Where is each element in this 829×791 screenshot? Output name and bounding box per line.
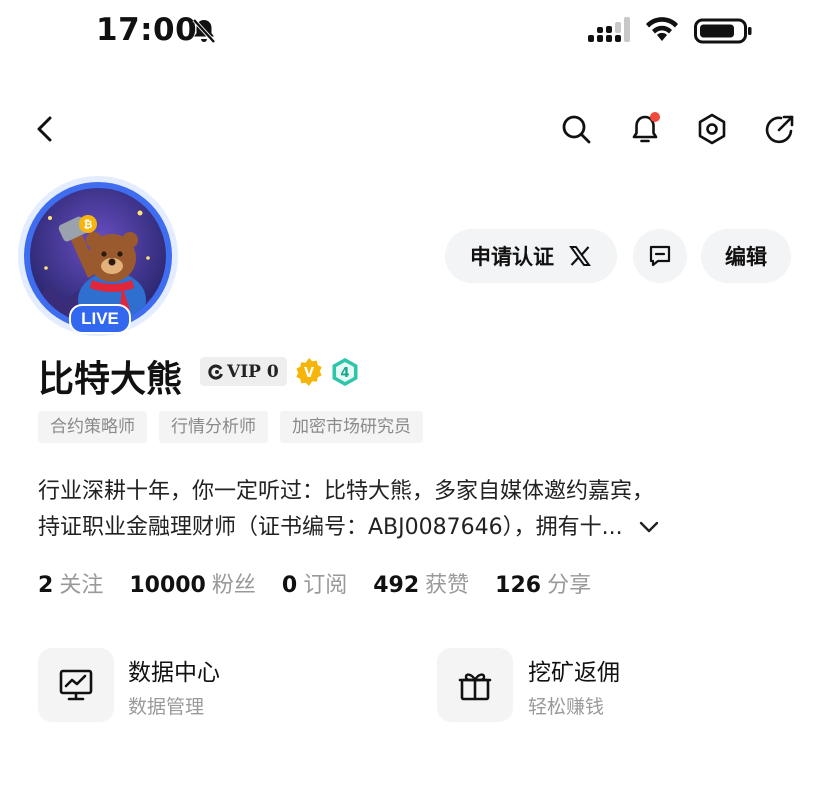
stat-value: 492 — [373, 573, 420, 598]
mining-rebate-card-icon[interactable] — [437, 648, 513, 722]
vip-label: VIP 0 — [227, 361, 279, 382]
bio-line-2: 持证职业金融理财师（证书编号：ABJ0087646），拥有十... — [38, 510, 798, 546]
expand-chevron-down-icon[interactable] — [638, 520, 660, 534]
vip-badge[interactable]: VIP 0 — [200, 357, 287, 386]
stat-label: 粉丝 — [211, 573, 256, 598]
search-icon[interactable] — [558, 111, 594, 147]
stat-likes[interactable]: 492 获赞 — [373, 567, 469, 599]
apply-verification-button[interactable]: 申请认证 — [445, 229, 617, 283]
stat-following[interactable]: 2 关注 — [38, 567, 103, 599]
stat-value: 126 — [495, 573, 542, 598]
battery-icon — [694, 18, 752, 44]
status-time: 17:00 — [96, 12, 198, 48]
gift-icon — [458, 673, 492, 701]
bio-line-2-text: 持证职业金融理财师（证书编号：ABJ0087646），拥有十... — [38, 515, 623, 540]
x-logo-icon — [569, 246, 591, 266]
edit-profile-button[interactable]: 编辑 — [701, 229, 791, 283]
settings-hexagon-icon[interactable] — [694, 111, 730, 147]
tag-item: 行情分析师 — [159, 411, 268, 443]
stat-value: 0 — [281, 573, 298, 598]
message-button[interactable] — [633, 229, 687, 283]
mining-rebate-title[interactable]: 挖矿返佣 — [528, 653, 620, 687]
tag-item: 加密市场研究员 — [280, 411, 423, 443]
notification-dot — [650, 112, 660, 122]
back-arrow-icon[interactable] — [28, 111, 64, 147]
profile-name: 比特大熊 — [38, 359, 183, 400]
svg-text:₿: ₿ — [84, 218, 93, 231]
badge-v-text: V — [304, 366, 314, 381]
stat-followers[interactable]: 10000 粉丝 — [129, 567, 256, 599]
stat-subscriptions[interactable]: 0 订阅 — [282, 567, 347, 599]
data-center-subtitle: 数据管理 — [128, 696, 205, 718]
mining-rebate-subtitle: 轻松赚钱 — [528, 696, 605, 718]
stat-label: 关注 — [59, 573, 104, 598]
apply-verification-label: 申请认证 — [470, 245, 554, 269]
wifi-icon — [646, 17, 678, 41]
share-icon[interactable] — [762, 111, 798, 147]
cellular-signal-icon — [588, 17, 630, 42]
stat-label: 分享 — [547, 573, 592, 598]
data-center-card-icon[interactable] — [38, 648, 114, 722]
bell-muted-icon — [192, 18, 216, 44]
notification-bell-icon[interactable] — [627, 111, 663, 147]
profile-bio[interactable]: 行业深耕十年，你一定听过：比特大熊，多家自媒体邀约嘉宾， 持证职业金融理财师（证… — [38, 474, 798, 546]
tag-item: 合约策略师 — [38, 411, 147, 443]
data-center-title[interactable]: 数据中心 — [128, 653, 220, 687]
stat-shares[interactable]: 126 分享 — [495, 567, 591, 599]
level-badge-icon[interactable]: 4 — [330, 357, 360, 387]
verified-v-badge-icon[interactable]: V — [294, 357, 324, 387]
chart-monitor-icon — [59, 669, 93, 701]
profile-stats: 2 关注 10000 粉丝 0 订阅 492 获赞 126 分享 — [38, 567, 617, 599]
stat-value: 10000 — [129, 573, 206, 598]
bio-line-1: 行业深耕十年，你一定听过：比特大熊，多家自媒体邀约嘉宾， — [38, 479, 655, 504]
badge-level-text: 4 — [340, 366, 349, 381]
profile-tags: 合约策略师 行情分析师 加密市场研究员 — [38, 411, 423, 443]
stat-label: 获赞 — [425, 573, 470, 598]
stat-label: 订阅 — [303, 573, 348, 598]
message-icon — [649, 245, 671, 267]
stat-value: 2 — [38, 573, 54, 598]
live-badge[interactable]: LIVE — [69, 304, 131, 334]
vip-logo-icon — [208, 364, 223, 379]
